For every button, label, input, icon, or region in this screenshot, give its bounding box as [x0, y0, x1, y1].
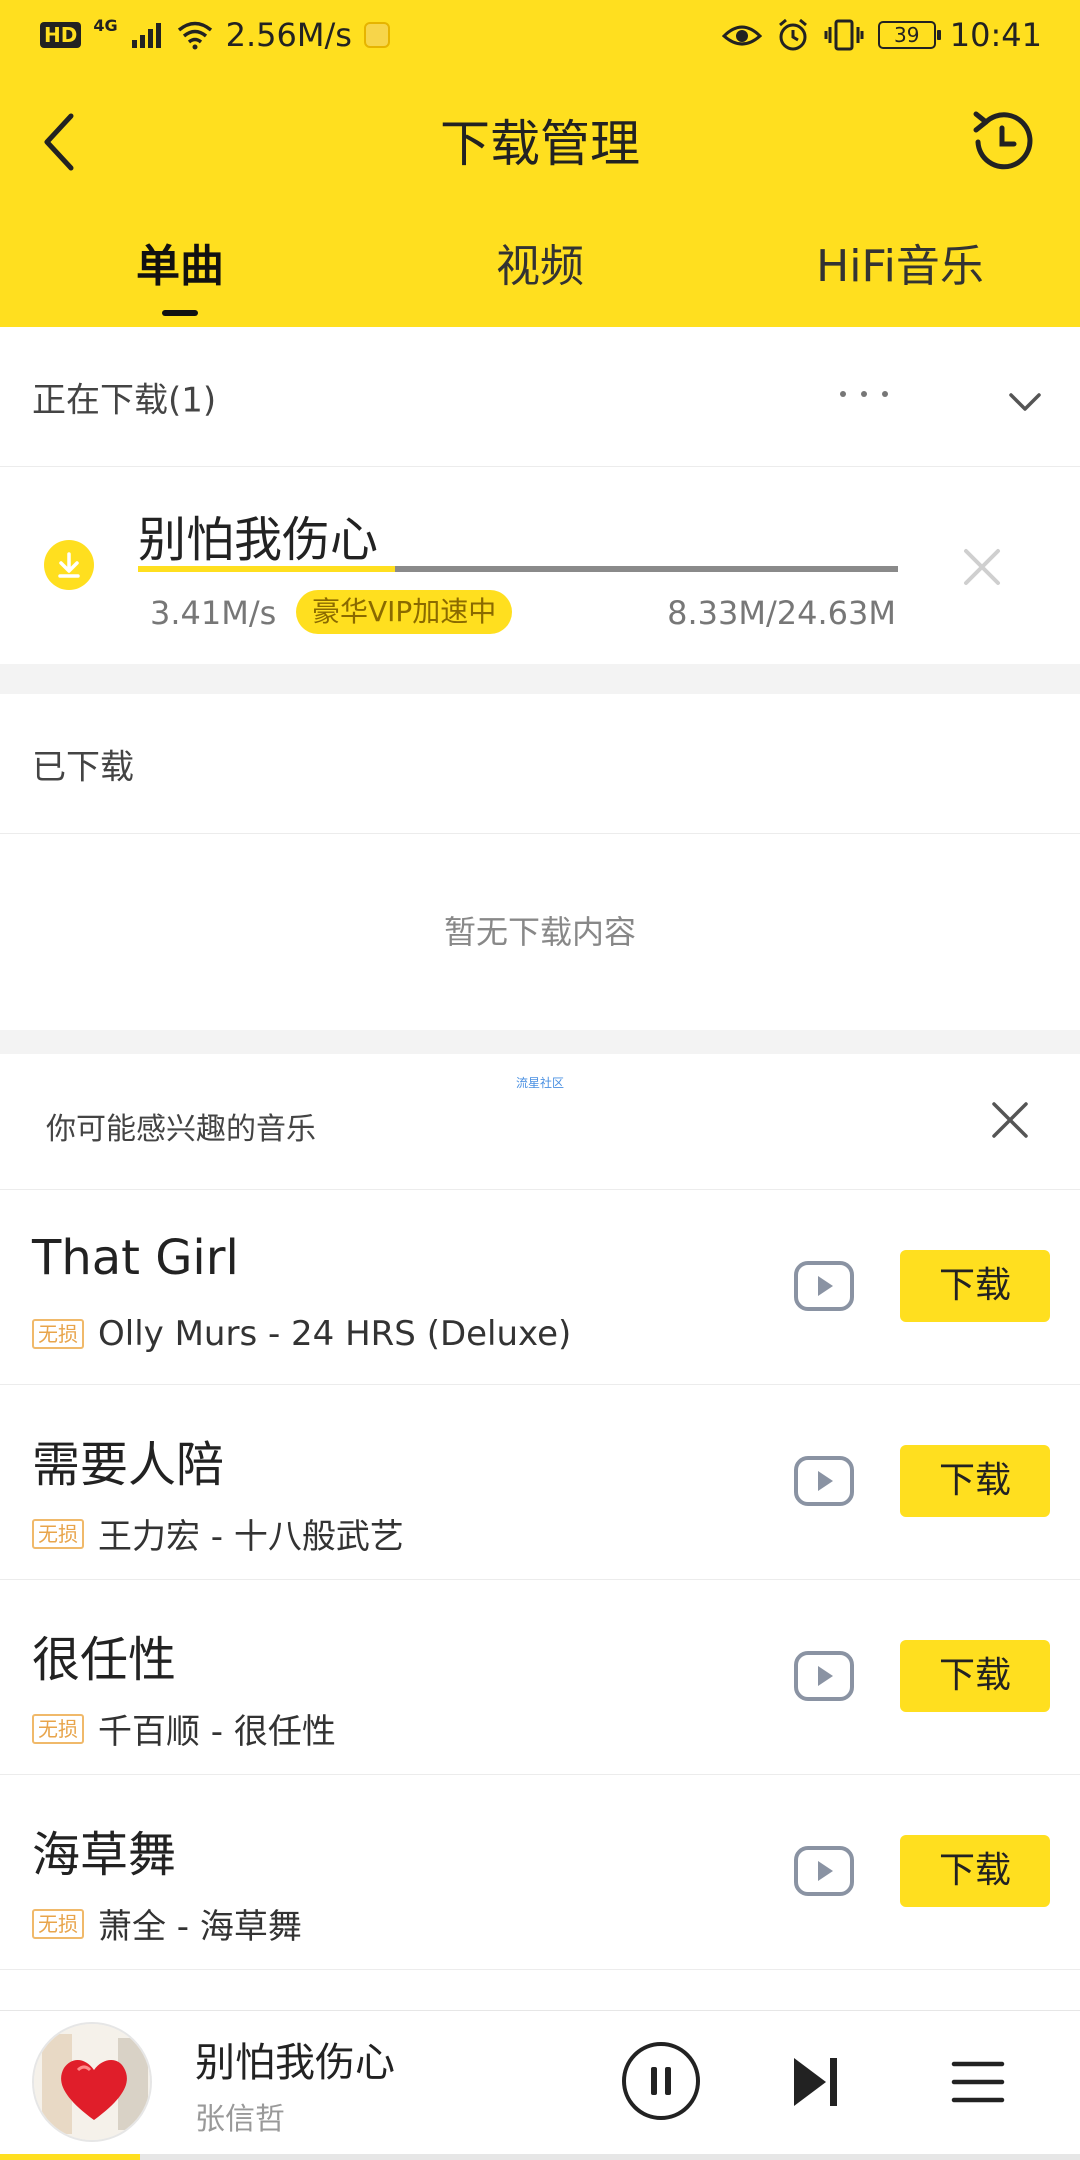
player-progress-fill — [0, 2154, 141, 2160]
dot — [840, 391, 846, 397]
empty-state: 暂无下载内容 — [0, 834, 1080, 1030]
download-progress-fill — [138, 566, 395, 572]
player-progress-bar — [0, 2154, 1080, 2160]
lossless-badge: 无损 — [32, 1518, 84, 1549]
play-video-icon[interactable] — [793, 1455, 855, 1507]
downloaded-label: 已下载 — [32, 747, 134, 787]
player-artist: 张信哲 — [195, 2102, 285, 2137]
dot — [882, 391, 888, 397]
wifi-icon — [177, 21, 212, 50]
song-subtitle: 无损 萧全 - 海草舞 — [32, 1899, 302, 1948]
page-title: 下载管理 — [440, 115, 640, 173]
eye-icon — [721, 25, 762, 46]
dot — [861, 391, 867, 397]
song-artist-album: 千百顺 - 很任性 — [98, 1712, 336, 1752]
downloading-label: 正在下载(1) — [32, 380, 217, 420]
more-options-button[interactable] — [840, 379, 888, 409]
tab-videos[interactable]: 视频 — [360, 230, 720, 294]
vip-accelerate-badge: 豪华VIP加速中 — [296, 590, 513, 634]
playlist-button[interactable] — [950, 2054, 1006, 2110]
song-title: 很任性 — [32, 1632, 177, 1688]
song-artist-album: 王力宏 - 十八般武艺 — [98, 1517, 404, 1557]
title-bar: 下载管理 — [0, 72, 1080, 212]
notification-app-icon — [363, 22, 390, 48]
tab-singles[interactable]: 单曲 — [0, 230, 360, 294]
history-icon — [973, 111, 1033, 170]
song-subtitle: 无损 王力宏 - 十八般武艺 — [32, 1509, 404, 1558]
song-row[interactable]: 需要人陪无损 王力宏 - 十八般武艺 下载 — [0, 1385, 1080, 1580]
recommend-header: 流星社区 你可能感兴趣的音乐 — [0, 1054, 1080, 1190]
song-row[interactable]: That Girl 无损 Olly Murs - 24 HRS (Deluxe) 下载 — [0, 1190, 1080, 1385]
history-button[interactable] — [962, 102, 1042, 182]
tab-indicator — [162, 310, 198, 316]
download-button[interactable]: 下载 — [900, 1640, 1050, 1712]
play-video-icon[interactable] — [793, 1845, 855, 1897]
album-cover[interactable] — [32, 2022, 152, 2142]
play-video-icon[interactable] — [793, 1260, 855, 1312]
download-speed: 3.41M/s — [150, 594, 277, 632]
download-button[interactable]: 下载 — [900, 1835, 1050, 1907]
tab-bar: 单曲 视频 HiFi音乐 — [0, 230, 1080, 320]
section-divider — [0, 664, 1080, 694]
section-divider — [0, 1030, 1080, 1054]
community-label: 流星社区 — [515, 1076, 564, 1090]
lossless-badge: 无损 — [32, 1908, 84, 1939]
recommend-title: 你可能感兴趣的音乐 — [46, 1112, 316, 1147]
clock: 10:41 — [949, 16, 1042, 54]
downloading-song-title: 别怕我伤心 — [138, 512, 379, 568]
download-arrow-icon — [44, 540, 94, 590]
tab-hifi[interactable]: HiFi音乐 — [720, 230, 1080, 294]
song-artist-album: Olly Murs - 24 HRS (Deluxe) — [98, 1314, 572, 1354]
close-icon[interactable] — [960, 545, 1004, 589]
song-artist-album: 萧全 - 海草舞 — [98, 1907, 302, 1947]
song-row[interactable]: 很任性无损 千百顺 - 很任性 下载 — [0, 1580, 1080, 1775]
player-song-title: 别怕我伤心 — [195, 2040, 395, 2086]
battery-indicator: 39 — [877, 21, 941, 49]
hd-icon: HD — [40, 22, 82, 48]
chevron-down-icon[interactable] — [1005, 383, 1045, 423]
download-size: 8.33M/24.63M — [667, 594, 896, 632]
status-bar: HD 4G 2.56M/s 39 10:41 — [0, 0, 1080, 72]
download-progress-bar — [138, 566, 898, 572]
play-video-icon[interactable] — [793, 1650, 855, 1702]
download-button[interactable]: 下载 — [900, 1445, 1050, 1517]
signal-icon — [131, 23, 161, 48]
app-header: HD 4G 2.56M/s 39 10:41 下载管理 单曲 视频 HiFi音乐 — [0, 0, 1080, 327]
downloaded-header: 已下载 — [0, 694, 1080, 834]
network-speed: 2.56M/s — [225, 16, 352, 54]
song-title: That Girl — [32, 1230, 239, 1286]
alarm-icon — [778, 18, 807, 51]
download-button[interactable]: 下载 — [900, 1250, 1050, 1322]
next-track-button[interactable] — [788, 2054, 844, 2110]
downloading-header: 正在下载(1) — [0, 327, 1080, 467]
close-recommend-icon[interactable] — [990, 1100, 1030, 1140]
song-row[interactable]: 海草舞无损 萧全 - 海草舞 下载 — [0, 1775, 1080, 1970]
lossless-badge: 无损 — [32, 1713, 84, 1744]
song-subtitle: 无损 千百顺 - 很任性 — [32, 1704, 336, 1753]
mini-player[interactable] — [0, 2010, 1080, 2160]
network-type: 4G — [93, 15, 118, 35]
song-title: 海草舞 — [32, 1827, 177, 1883]
pause-button[interactable] — [620, 2040, 702, 2122]
lossless-badge: 无损 — [32, 1319, 84, 1349]
song-subtitle: 无损 Olly Murs - 24 HRS (Deluxe) — [32, 1314, 571, 1354]
song-title: 需要人陪 — [32, 1437, 225, 1493]
vibrate-icon — [824, 19, 864, 51]
